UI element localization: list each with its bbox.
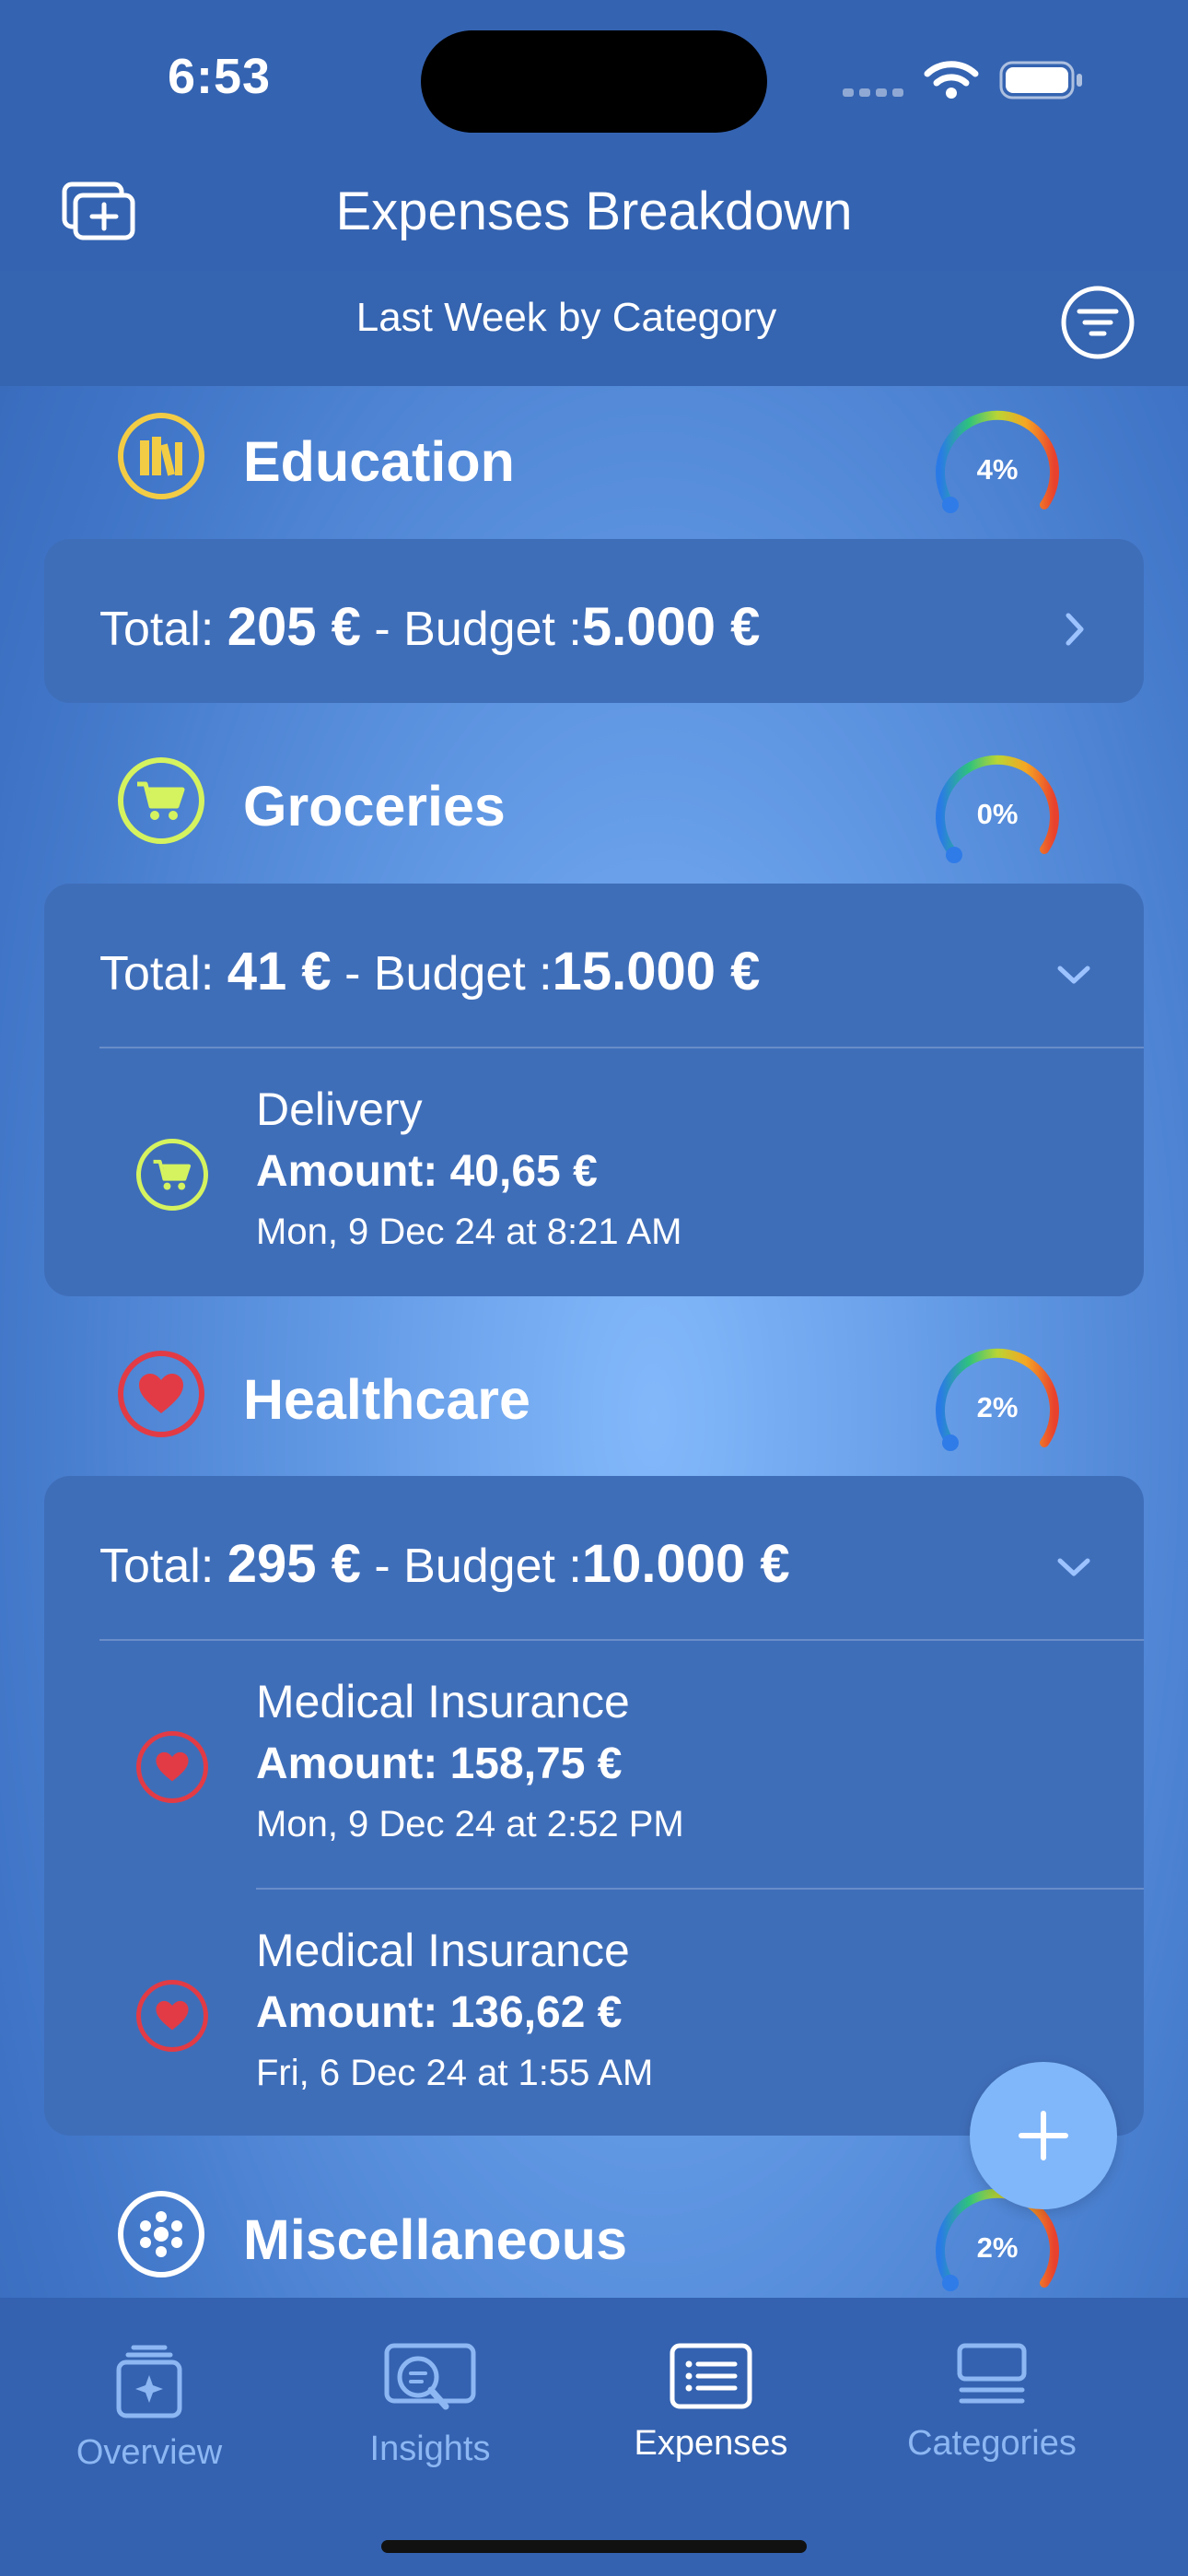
signal-dot [876, 88, 887, 97]
signal-dot [843, 88, 854, 97]
tab-overview[interactable]: Overview [39, 2340, 260, 2473]
education-category-icon [118, 413, 204, 499]
tab-label: Insights [369, 2430, 491, 2468]
add-expense-button[interactable] [970, 2062, 1117, 2209]
item-name: Delivery [256, 1083, 423, 1135]
groceries-card: Total: 41 € - Budget :15.000 € Delivery … [44, 884, 1144, 1296]
total-value: 295 € [227, 1534, 361, 1594]
tab-expenses[interactable]: Expenses [600, 2340, 821, 2464]
heart-icon [156, 2000, 189, 2031]
tab-label: Categories [907, 2424, 1077, 2463]
dots-circle-icon [140, 2211, 182, 2257]
total-label: Total: [99, 947, 215, 1001]
category-name: Groceries [243, 775, 506, 837]
tab-insights[interactable]: Insights [320, 2340, 541, 2469]
cart-icon [153, 1159, 192, 1190]
budget-label: Budget : [403, 603, 582, 656]
budget-label: Budget : [403, 1540, 582, 1593]
category-name: Miscellaneous [243, 2208, 627, 2271]
healthcare-category-icon [118, 1351, 204, 1437]
period-subtitle: Last Week by Category [355, 295, 777, 340]
page-title: Expenses Breakdown [335, 181, 853, 241]
dynamic-island [421, 30, 767, 133]
tab-label: Overview [76, 2433, 223, 2472]
item-amount: Amount: 158,75 € [256, 1739, 623, 1788]
education-card[interactable]: Total: 205 € - Budget :5.000 € [44, 539, 1144, 703]
home-indicator [381, 2540, 807, 2553]
item-date: Mon, 9 Dec 24 at 2:52 PM [256, 1804, 684, 1844]
tab-label: Expenses [634, 2424, 788, 2463]
overview-icon [116, 2345, 182, 2418]
total-label: Total: [99, 603, 215, 656]
groceries-category-icon [118, 757, 204, 844]
item-category-icon [136, 1980, 208, 2052]
item-name: Medical Insurance [256, 1676, 630, 1727]
category-name: Education [243, 430, 515, 493]
budget-value: 5.000 € [581, 597, 761, 657]
heart-icon [156, 1751, 189, 1782]
wifi-icon [924, 61, 979, 99]
budget-value: 15.000 € [552, 942, 761, 1001]
insights-icon [384, 2343, 476, 2410]
item-name: Medical Insurance [256, 1925, 630, 1976]
miscellaneous-category-icon [118, 2191, 204, 2277]
total-label: Total: [99, 1540, 215, 1593]
signal-dot [859, 88, 870, 97]
expense-item[interactable]: Medical Insurance Amount: 158,75 € Mon, … [44, 1640, 1144, 1889]
gauge-percent: 4% [976, 453, 1019, 486]
chevron-right-icon[interactable] [1063, 611, 1087, 648]
budget-value: 10.000 € [581, 1534, 790, 1594]
item-amount: Amount: 136,62 € [256, 1988, 623, 2037]
status-time: 6:53 [168, 49, 272, 104]
gauge-percent: 0% [976, 798, 1019, 830]
separator: - [374, 1540, 390, 1593]
category-name: Healthcare [243, 1368, 530, 1431]
total-line[interactable]: Total: 295 € - Budget :10.000 € [99, 1533, 790, 1595]
item-category-icon [136, 1139, 208, 1211]
categories-icon [957, 2343, 1027, 2404]
budget-label: Budget : [373, 947, 553, 1001]
battery-icon [999, 61, 1082, 100]
plus-icon [1019, 2111, 1068, 2160]
total-line[interactable]: Total: 41 € - Budget :15.000 € [99, 941, 760, 1002]
item-amount: Amount: 40,65 € [256, 1147, 598, 1196]
gauge-percent: 2% [976, 1391, 1019, 1423]
chevron-down-icon[interactable] [1055, 1555, 1092, 1579]
tab-categories[interactable]: Categories [881, 2340, 1102, 2464]
expenses-list-icon [670, 2343, 752, 2409]
total-value: 41 € [227, 942, 332, 1001]
separator: - [374, 603, 390, 656]
books-icon [140, 437, 182, 476]
signal-dot [892, 88, 903, 97]
total-line: Total: 205 € - Budget :5.000 € [99, 596, 760, 658]
cart-icon [137, 781, 185, 820]
separator: - [344, 947, 361, 1001]
item-date: Mon, 9 Dec 24 at 8:21 AM [256, 1212, 682, 1252]
filter-button[interactable] [1059, 284, 1136, 361]
gauge-percent: 2% [976, 2231, 1019, 2264]
item-category-icon [136, 1731, 208, 1803]
expense-item[interactable]: Delivery Amount: 40,65 € Mon, 9 Dec 24 a… [44, 1048, 1144, 1296]
chevron-down-icon[interactable] [1055, 963, 1092, 987]
item-date: Fri, 6 Dec 24 at 1:55 AM [256, 2053, 654, 2093]
heart-icon [139, 1374, 183, 1413]
healthcare-card: Total: 295 € - Budget :10.000 € Medical … [44, 1476, 1144, 2136]
total-value: 205 € [227, 597, 361, 657]
